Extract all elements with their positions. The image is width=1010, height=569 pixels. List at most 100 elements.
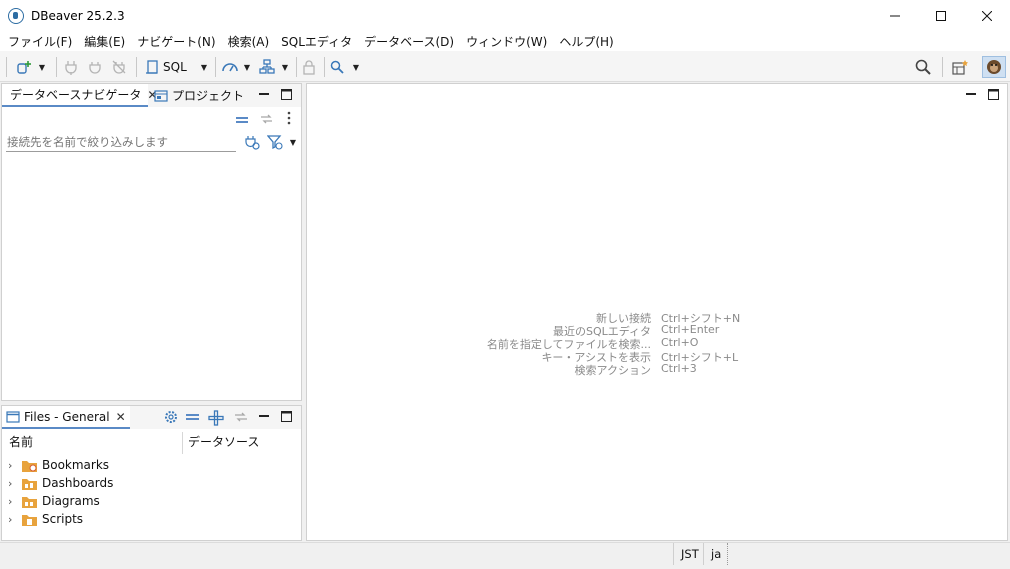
sql-script-icon [146, 60, 158, 74]
tree-item-diagrams[interactable]: › Diagrams [8, 492, 100, 510]
minimize-panel-button[interactable] [258, 88, 270, 100]
sql-editor-button[interactable]: SQL [145, 57, 190, 77]
chevron-right-icon[interactable]: › [8, 477, 20, 490]
collapse-all-icon [236, 117, 248, 123]
search-toolbar-button[interactable] [328, 57, 346, 77]
tree-item-dashboards[interactable]: › Dashboards [8, 474, 113, 492]
filter-dropdown[interactable]: ▼ [288, 137, 298, 147]
chevron-right-icon[interactable]: › [8, 459, 20, 472]
toolbar-separator [56, 57, 57, 77]
transaction-lock-button[interactable] [300, 57, 318, 77]
status-locale[interactable]: ja [711, 547, 721, 561]
files-settings-button[interactable] [164, 410, 178, 424]
er-diagram-button[interactable] [257, 57, 277, 77]
database-navigator-panel: データベースナビゲータ ✕ プロジェクト ▼ [1, 83, 302, 401]
dbeaver-perspective-button[interactable] [982, 56, 1006, 78]
tab-database-navigator[interactable]: データベースナビゲータ ✕ [2, 84, 157, 107]
close-window-button[interactable] [964, 0, 1010, 31]
hint-shortcut: Ctrl+O [661, 336, 699, 349]
view-menu-button[interactable] [283, 111, 295, 125]
menu-help[interactable]: ヘルプ(H) [553, 33, 619, 50]
tree-item-label: Bookmarks [42, 458, 110, 472]
link-with-editor-button[interactable] [260, 113, 272, 125]
menu-edit[interactable]: 編集(E) [78, 33, 131, 50]
plug-icon [65, 61, 77, 75]
toolbar-separator [136, 57, 137, 77]
global-search-button[interactable] [913, 57, 933, 77]
reconnect-icon [89, 62, 101, 74]
gauge-icon [222, 63, 238, 72]
chevron-right-icon[interactable]: › [8, 513, 20, 526]
search-dropdown[interactable]: ▼ [350, 57, 362, 77]
maximize-icon [936, 10, 946, 21]
maximize-panel-button[interactable] [280, 88, 292, 100]
column-header-name[interactable]: 名前 [9, 433, 33, 450]
connection-filter-input[interactable] [6, 132, 236, 152]
hint-shortcut: Ctrl+Enter [661, 323, 720, 336]
status-separator [703, 543, 704, 565]
files-add-button[interactable] [208, 410, 224, 426]
menu-sql-editor[interactable]: SQLエディタ [275, 33, 358, 50]
chevron-right-icon[interactable]: › [8, 495, 20, 508]
search-icon [330, 60, 344, 74]
tab-files-general-label: Files - General [24, 409, 110, 424]
dbeaver-logo-icon [8, 7, 24, 24]
connect-button[interactable] [62, 57, 80, 77]
collapse-all-icon [186, 414, 199, 420]
dashboard-dropdown[interactable]: ▼ [241, 57, 253, 77]
dashboard-button[interactable] [220, 57, 240, 77]
tab-files-general[interactable]: Files - General ✕ [2, 406, 130, 429]
hint-row: 新しい接続 Ctrl+シフト+N [307, 310, 1007, 325]
hint-label: 検索アクション [574, 364, 651, 377]
column-divider[interactable] [182, 432, 183, 454]
files-tabbar: Files - General ✕ [2, 406, 301, 429]
menu-navigate[interactable]: ナビゲート(N) [131, 33, 221, 50]
beaver-icon [987, 60, 1001, 74]
menu-search[interactable]: 検索(A) [222, 33, 276, 50]
menu-window[interactable]: ウィンドウ(W) [460, 33, 553, 50]
minimize-icon [259, 93, 269, 95]
maximize-button[interactable] [918, 0, 964, 31]
minimize-panel-button[interactable] [258, 410, 270, 422]
reconnect-button[interactable] [86, 57, 104, 77]
scripts-folder-icon [22, 514, 37, 526]
maximize-icon [280, 410, 292, 422]
hint-row: 最近のSQLエディタ Ctrl+Enter [307, 323, 1007, 338]
status-resize-grip[interactable] [727, 543, 728, 565]
filter-settings-button[interactable] [267, 134, 283, 150]
sql-editor-dropdown[interactable]: ▼ [198, 57, 210, 77]
maximize-editor-button[interactable] [987, 88, 999, 100]
disconnect-button[interactable] [110, 57, 128, 77]
chevron-down-icon: ▼ [352, 62, 360, 72]
new-connection-dropdown[interactable]: ▼ [36, 57, 48, 77]
filter-icon [267, 135, 283, 150]
maximize-panel-button[interactable] [280, 410, 292, 422]
maximize-icon [987, 88, 999, 100]
menu-database[interactable]: データベース(D) [358, 33, 460, 50]
editor-area: 新しい接続 Ctrl+シフト+N 最近のSQLエディタ Ctrl+Enter 名… [306, 83, 1008, 541]
filter-connected-button[interactable] [244, 134, 260, 150]
status-timezone[interactable]: JST [681, 547, 699, 561]
link-icon [261, 114, 272, 124]
files-collapse-button[interactable] [186, 411, 200, 423]
tab-projects[interactable]: プロジェクト [150, 84, 248, 107]
menu-file[interactable]: ファイル(F) [2, 33, 78, 50]
tree-item-label: Dashboards [42, 476, 114, 490]
tree-item-bookmarks[interactable]: › Bookmarks [8, 456, 109, 474]
minimize-button[interactable] [872, 0, 918, 31]
sql-button-label: SQL [163, 60, 187, 74]
window-title: DBeaver 25.2.3 [31, 8, 125, 23]
project-icon [154, 89, 168, 102]
close-icon[interactable]: ✕ [116, 410, 126, 424]
minimize-editor-button[interactable] [965, 88, 977, 100]
er-diagram-dropdown[interactable]: ▼ [279, 57, 291, 77]
column-header-datasource[interactable]: データソース [188, 433, 259, 450]
files-link-button[interactable] [234, 411, 248, 423]
chevron-down-icon: ▼ [38, 62, 46, 72]
new-connection-icon [17, 61, 31, 74]
open-perspective-button[interactable] [950, 57, 970, 77]
new-connection-button[interactable] [14, 57, 34, 77]
tree-item-scripts[interactable]: › Scripts [8, 510, 83, 528]
collapse-all-button[interactable] [236, 114, 248, 126]
window-controls [872, 0, 1010, 31]
